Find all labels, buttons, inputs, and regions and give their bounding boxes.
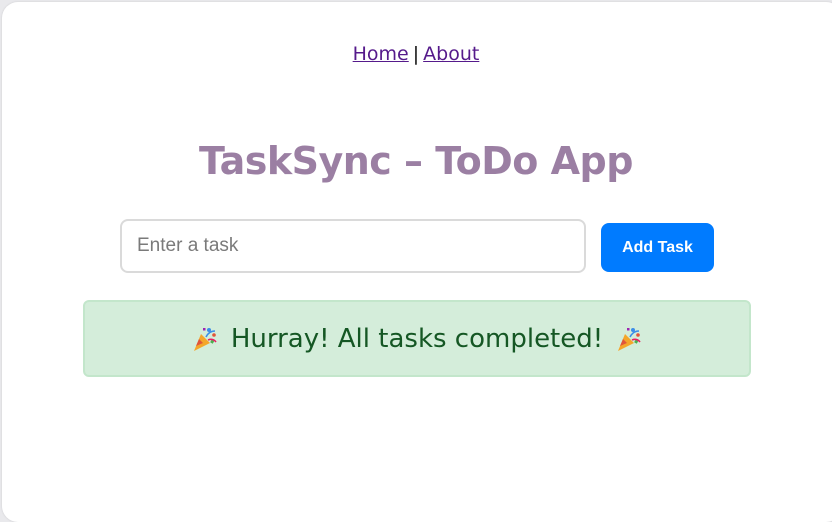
nav-separator: |	[412, 43, 420, 65]
add-task-button[interactable]: Add Task	[601, 223, 714, 272]
top-nav: Home | About	[0, 43, 832, 65]
party-popper-icon	[193, 327, 217, 351]
status-banner: Hurray! All tasks completed!	[83, 300, 751, 377]
nav-link-about[interactable]: About	[423, 43, 479, 65]
task-input[interactable]	[120, 219, 586, 273]
nav-link-home[interactable]: Home	[353, 43, 409, 65]
page-title: TaskSync – ToDo App	[199, 139, 633, 183]
status-message: Hurray! All tasks completed!	[230, 323, 604, 354]
party-popper-icon	[618, 327, 641, 351]
